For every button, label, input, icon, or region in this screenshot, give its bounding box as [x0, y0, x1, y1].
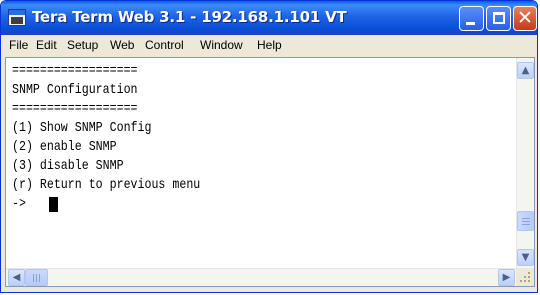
terminal-prompt: ->	[12, 196, 26, 212]
menu-bar: File Edit Setup Web Control Window Help	[5, 35, 535, 55]
horizontal-scroll-thumb[interactable]	[25, 269, 48, 286]
close-icon: ✕	[517, 7, 533, 29]
menu-web[interactable]: Web	[110, 38, 134, 52]
scroll-right-button[interactable]: ▶	[498, 269, 515, 286]
maximize-button[interactable]	[486, 6, 511, 31]
maximize-icon	[493, 12, 505, 24]
title-bar[interactable]: Tera Term Web 3.1 - 192.168.1.101 VT ✕	[1, 1, 537, 35]
horizontal-scrollbar[interactable]: ◀ ▶	[6, 268, 516, 286]
scroll-up-button[interactable]: ▲	[517, 62, 534, 79]
vertical-scrollbar[interactable]: ▲ ▼	[516, 58, 534, 268]
terminal-cursor	[49, 197, 58, 212]
window-bottom-border	[1, 288, 537, 292]
menu-window[interactable]: Window	[200, 38, 243, 52]
terminal-line: (3) disable SNMP	[12, 158, 124, 174]
window-title: Tera Term Web 3.1 - 192.168.1.101 VT	[32, 8, 347, 26]
menu-control[interactable]: Control	[145, 38, 184, 52]
menu-setup[interactable]: Setup	[67, 38, 98, 52]
menu-help[interactable]: Help	[257, 38, 282, 52]
menu-edit[interactable]: Edit	[36, 38, 57, 52]
minimize-icon	[466, 22, 475, 25]
terminal-area[interactable]: ================== SNMP Configuration ==…	[5, 57, 535, 287]
terminal-line: ==================	[12, 63, 138, 79]
terminal-line: (r) Return to previous menu	[12, 177, 201, 193]
tera-term-window: Tera Term Web 3.1 - 192.168.1.101 VT ✕ F…	[0, 0, 538, 293]
terminal-line: ==================	[12, 101, 138, 117]
minimize-button[interactable]	[459, 6, 484, 31]
menu-file[interactable]: File	[9, 38, 28, 52]
close-button[interactable]: ✕	[513, 6, 537, 31]
terminal-line: (2) enable SNMP	[12, 139, 117, 155]
tera-term-monitor-icon[interactable]	[8, 9, 26, 26]
scroll-left-button[interactable]: ◀	[8, 269, 25, 286]
terminal-line: SNMP Configuration	[12, 82, 138, 98]
resize-grip[interactable]	[516, 268, 534, 286]
terminal-line: (1) Show SNMP Config	[12, 120, 152, 136]
scroll-down-button[interactable]: ▼	[517, 249, 534, 266]
vertical-scroll-thumb[interactable]	[517, 211, 534, 231]
